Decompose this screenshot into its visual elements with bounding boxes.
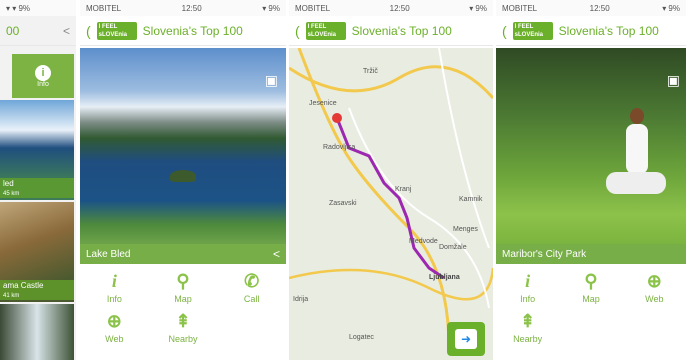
map-label: Tržič xyxy=(363,68,378,75)
app-bar: ( I FEEL sLOVEnia Slovenia's Top 100 xyxy=(80,16,286,46)
map-label: Idrija xyxy=(293,296,309,303)
app-logo: I FEEL sLOVEnia xyxy=(96,21,137,40)
back-icon[interactable]: ( xyxy=(502,23,507,39)
navigation-button[interactable]: ➜ xyxy=(447,322,485,356)
carrier-text: MOBITEL xyxy=(295,3,331,13)
list-item[interactable] xyxy=(0,304,74,360)
call-button[interactable]: ✆ Call xyxy=(217,270,286,304)
app-bar: ( I FEEL sLOVEnia Slovenia's Top 100 xyxy=(496,16,686,46)
app-logo: I FEEL sLOVEnia xyxy=(305,21,346,40)
hero-image: ▣ xyxy=(80,48,286,244)
nearby-button[interactable]: ⇞ Nearby xyxy=(496,310,559,344)
app-bar: ( I FEEL sLOVEnia Slovenia's Top 100 xyxy=(289,16,493,46)
panel-detail-city-park: MOBITEL 12:50 ▾ 9% ( I FEEL sLOVEnia Slov… xyxy=(496,0,686,360)
app-title: Slovenia's Top 100 xyxy=(351,23,452,38)
directions-icon: ➜ xyxy=(455,329,477,349)
action-label: Map xyxy=(582,294,600,304)
map-label: Kranj xyxy=(395,186,412,193)
map-button[interactable]: ⚲ Map xyxy=(559,270,622,304)
place-caption: Lake Bled < xyxy=(80,244,286,264)
info-label: Info xyxy=(37,80,49,88)
carrier-text: MOBITEL xyxy=(502,3,538,13)
map-svg xyxy=(289,47,493,360)
time-text: 12:50 xyxy=(589,3,610,13)
list-item-distance: 45 km xyxy=(3,191,20,197)
app-bar: 00 < xyxy=(0,16,76,46)
list-item[interactable]: led 45 km xyxy=(0,100,74,200)
hero-image: ▣ xyxy=(496,48,686,244)
panel-detail-lake-bled: MOBITEL 12:50 ▾ 9% ( I FEEL sLOVEnia Slov… xyxy=(80,0,286,360)
map-label: Menges xyxy=(453,226,478,233)
panel-list: ▾ ▾ 9% 00 < i Info led 45 km ama Castle … xyxy=(0,0,76,360)
phone-icon: ✆ xyxy=(244,271,260,291)
status-bar: MOBITEL 12:50 ▾ 9% xyxy=(289,0,493,16)
list-item-label: led xyxy=(3,179,14,188)
map-label: Radovljica xyxy=(323,144,356,151)
action-label: Info xyxy=(520,294,536,304)
action-label: Nearby xyxy=(513,334,543,344)
map-view[interactable]: Jesenice Radovljica Kranj Ljubljana Idri… xyxy=(289,47,493,360)
list-item-distance: 41 km xyxy=(3,293,20,299)
status-bar: MOBITEL 12:50 ▾ 9% xyxy=(80,0,286,16)
time-text: 12:50 xyxy=(389,3,410,13)
action-label: Info xyxy=(106,294,122,304)
status-bar: ▾ ▾ 9% xyxy=(0,0,76,16)
app-title: Slovenia's Top 100 xyxy=(558,23,659,38)
list-item-label: ama Castle xyxy=(3,281,44,290)
gallery-icon[interactable]: ▣ xyxy=(667,72,680,89)
globe-icon: ⊕ xyxy=(646,271,662,291)
signpost-icon: ⇞ xyxy=(520,311,536,331)
place-title: Maribor's City Park xyxy=(502,248,587,260)
back-icon[interactable]: ( xyxy=(295,23,300,39)
info-icon: i xyxy=(525,271,531,291)
info-icon: i xyxy=(35,64,51,81)
carrier-text: MOBITEL xyxy=(86,3,122,13)
share-icon[interactable]: < xyxy=(63,24,70,38)
map-label: Ljubljana xyxy=(429,274,460,281)
map-button[interactable]: ⚲ Map xyxy=(149,270,218,304)
gallery-icon[interactable]: ▣ xyxy=(265,72,278,89)
header-title-fragment: 00 xyxy=(6,23,20,38)
action-label: Web xyxy=(105,334,124,344)
globe-icon: ⊕ xyxy=(106,311,122,331)
info-button[interactable]: i Info xyxy=(496,270,559,304)
map-label: Kamnik xyxy=(459,196,483,203)
app-title: Slovenia's Top 100 xyxy=(142,23,243,38)
map-label: Medvode xyxy=(409,238,438,245)
start-marker xyxy=(332,113,342,123)
action-grid: i Info ⚲ Map ✆ Call ⊕ Web ⇞ Nearby xyxy=(80,264,286,344)
info-tile[interactable]: i Info xyxy=(12,54,74,98)
action-label: Nearby xyxy=(168,334,198,344)
nearby-button[interactable]: ⇞ Nearby xyxy=(149,310,218,344)
web-button[interactable]: ⊕ Web xyxy=(80,310,149,344)
panel-map: MOBITEL 12:50 ▾ 9% ( I FEEL sLOVEnia Slov… xyxy=(289,0,493,360)
info-icon: i xyxy=(111,271,117,291)
map-label: Zasavski xyxy=(329,200,357,207)
action-label: Map xyxy=(174,294,192,304)
map-label: Domžale xyxy=(439,244,467,251)
share-icon[interactable]: < xyxy=(273,247,280,261)
status-bar: MOBITEL 12:50 ▾ 9% xyxy=(496,0,686,16)
island-shape xyxy=(170,170,196,182)
action-label: Web xyxy=(645,294,664,304)
action-label: Call xyxy=(243,294,260,304)
map-label: Jesenice xyxy=(309,100,337,107)
time-text: 12:50 xyxy=(181,3,202,13)
app-logo: I FEEL sLOVEnia xyxy=(512,21,553,40)
list-item[interactable]: ama Castle 41 km xyxy=(0,202,74,302)
person-figure xyxy=(606,108,666,218)
place-caption: Maribor's City Park xyxy=(496,244,686,264)
action-grid: i Info ⚲ Map ⊕ Web ⇞ Nearby xyxy=(496,264,686,344)
map-pin-icon: ⚲ xyxy=(176,271,190,291)
info-button[interactable]: i Info xyxy=(80,270,149,304)
back-icon[interactable]: ( xyxy=(86,23,91,39)
map-pin-icon: ⚲ xyxy=(584,271,598,291)
signpost-icon: ⇞ xyxy=(175,311,191,331)
map-label: Logatec xyxy=(349,334,374,341)
place-title: Lake Bled xyxy=(86,248,131,260)
web-button[interactable]: ⊕ Web xyxy=(623,270,686,304)
